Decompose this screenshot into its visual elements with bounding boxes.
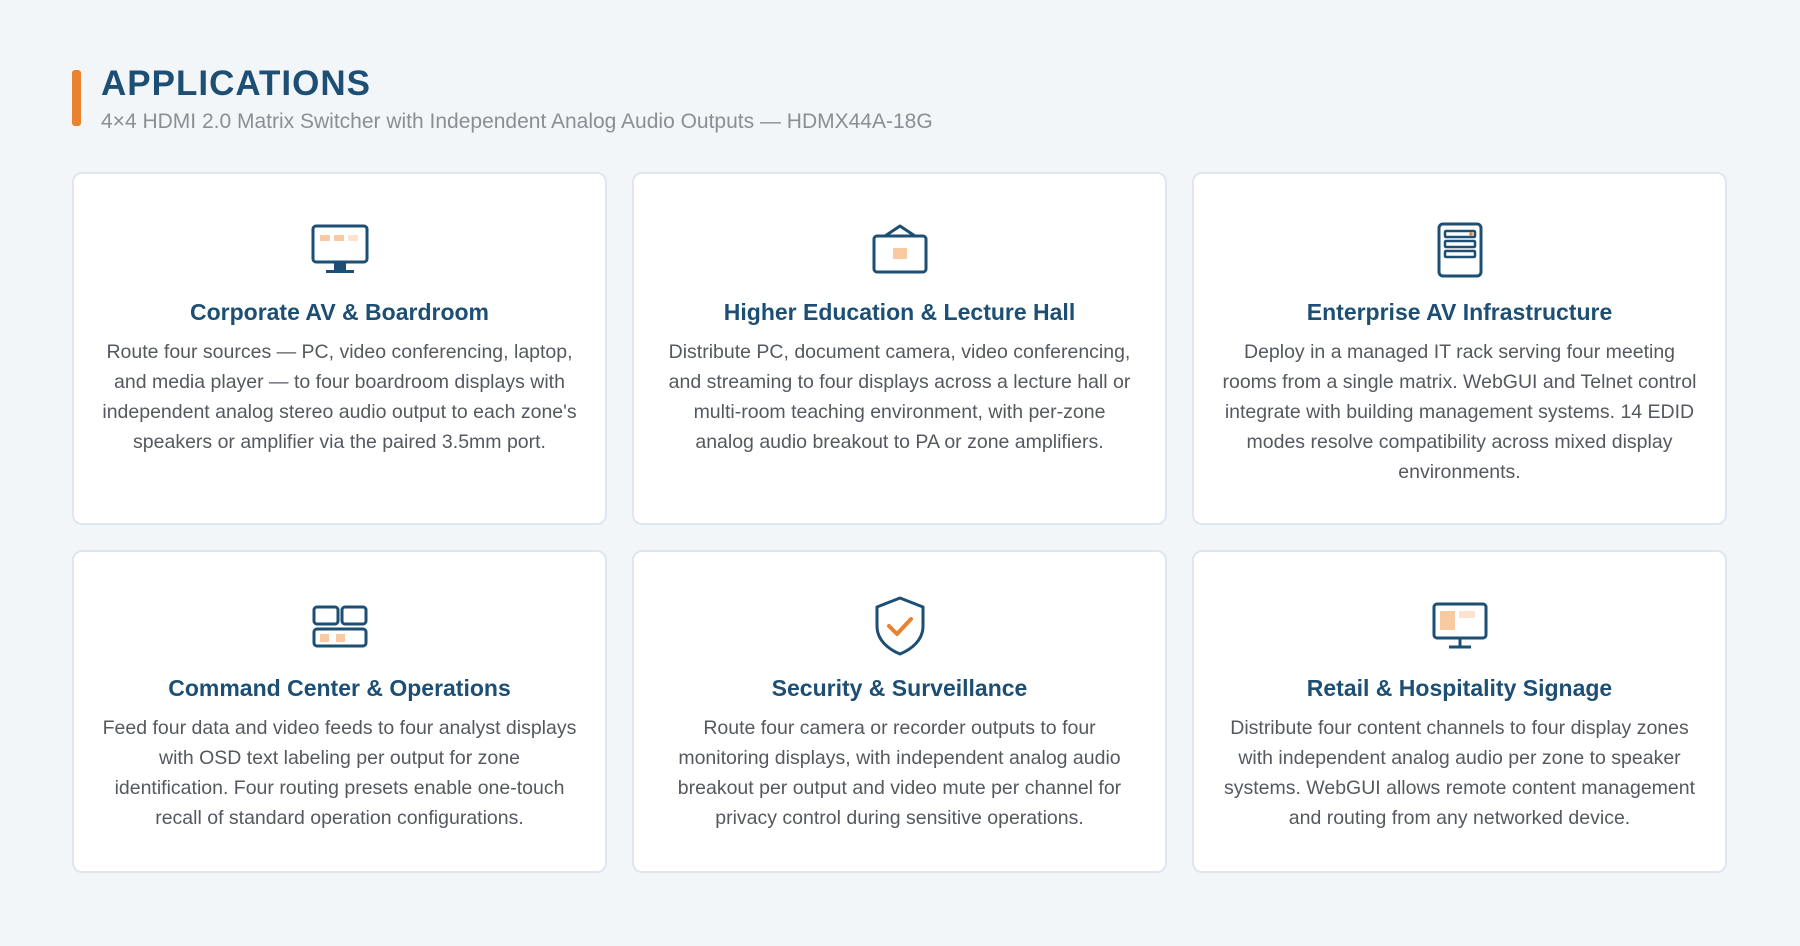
lecture-screen-icon	[870, 220, 930, 280]
application-card-security: Security & Surveillance Route four camer…	[632, 550, 1167, 873]
card-title: Higher Education & Lecture Hall	[723, 299, 1076, 325]
application-card-retail: Retail & Hospitality Signage Distribute …	[1192, 550, 1727, 873]
monitor-icon	[310, 220, 370, 280]
application-card-education: Higher Education & Lecture Hall Distribu…	[632, 172, 1167, 525]
title-accent-bar	[72, 70, 81, 126]
page-header: APPLICATIONS 4×4 HDMI 2.0 Matrix Switche…	[72, 62, 933, 135]
card-title: Corporate AV & Boardroom	[189, 299, 490, 325]
application-card-enterprise: Enterprise AV Infrastructure Deploy in a…	[1192, 172, 1727, 525]
header-text: APPLICATIONS 4×4 HDMI 2.0 Matrix Switche…	[101, 62, 933, 135]
card-description: Distribute four content channels to four…	[1223, 717, 1696, 829]
page-subtitle: 4×4 HDMI 2.0 Matrix Switcher with Indepe…	[101, 110, 933, 133]
card-title: Security & Surveillance	[771, 675, 1028, 701]
card-title: Enterprise AV Infrastructure	[1306, 299, 1613, 325]
video-wall-icon	[310, 596, 370, 656]
shield-check-icon	[870, 596, 930, 656]
card-description: Feed four data and video feeds to four a…	[102, 717, 577, 829]
application-card-command-center: Command Center & Operations Feed four da…	[72, 550, 607, 873]
server-rack-icon	[1430, 220, 1490, 280]
card-title: Retail & Hospitality Signage	[1306, 675, 1613, 701]
card-title: Command Center & Operations	[168, 675, 511, 701]
applications-grid: Corporate AV & Boardroom Route four sour…	[72, 172, 1728, 873]
card-description: Route four camera or recorder outputs to…	[677, 717, 1122, 829]
application-card-corporate: Corporate AV & Boardroom Route four sour…	[72, 172, 607, 525]
page-title: APPLICATIONS	[101, 64, 371, 103]
signage-display-icon	[1430, 596, 1490, 656]
card-description: Route four sources — PC, video conferenc…	[102, 341, 577, 453]
card-description: Deploy in a managed IT rack serving four…	[1222, 341, 1697, 483]
card-description: Distribute PC, document camera, video co…	[668, 341, 1131, 453]
